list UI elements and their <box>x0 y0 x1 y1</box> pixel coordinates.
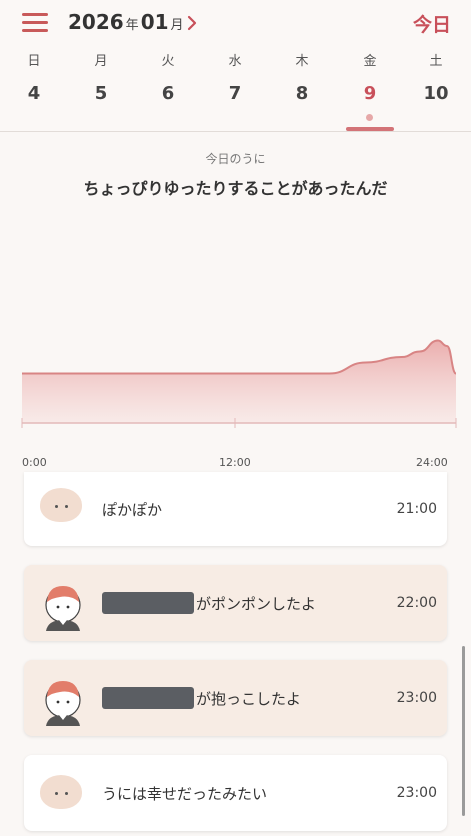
uni-avatar-icon <box>40 775 82 809</box>
day-sat[interactable]: 土 10 <box>416 52 456 110</box>
timeline-text: うには幸せだったみたい <box>102 784 268 803</box>
day-number: 5 <box>94 83 108 104</box>
day-of-week: 金 <box>363 54 377 69</box>
mood-subtitle: 今日のうに <box>205 152 266 166</box>
timeline-card[interactable]: が抱っこしたよ 23:00 <box>24 660 447 736</box>
chevron-right-icon[interactable] <box>186 12 198 34</box>
day-number: 8 <box>295 83 309 104</box>
timeline-card[interactable]: ぽかぽか 21:00 <box>24 472 447 546</box>
uni-avatar-icon <box>40 488 82 522</box>
x-tick-label: 12:00 <box>219 456 251 469</box>
timeline-text: がポンポンしたよ <box>102 565 316 641</box>
timeline-text: が抱っこしたよ <box>102 660 301 736</box>
redacted-name <box>102 592 194 614</box>
day-number: 4 <box>27 83 41 104</box>
timeline-time: 23:00 <box>396 785 437 801</box>
day-of-week: 木 <box>295 54 309 69</box>
x-tick-label: 0:00 <box>22 456 47 469</box>
mood-area-chart <box>21 339 457 428</box>
day-of-week: 日 <box>27 54 41 69</box>
day-fri[interactable]: 金 9 <box>350 52 390 110</box>
timeline-card[interactable]: うには幸せだったみたい 23:00 <box>24 755 447 831</box>
day-wed[interactable]: 水 7 <box>215 52 255 110</box>
day-sun[interactable]: 日 4 <box>14 52 54 110</box>
person-avatar-icon <box>45 681 81 726</box>
selected-day-indicator <box>346 127 394 131</box>
timeline-time: 21:00 <box>396 501 437 517</box>
today-button[interactable]: 今日 <box>413 10 451 37</box>
day-number: 6 <box>161 83 175 104</box>
scrollbar[interactable] <box>462 646 465 816</box>
menu-icon[interactable] <box>22 12 48 32</box>
day-number: 9 <box>363 83 377 104</box>
x-tick-label: 24:00 <box>416 456 448 469</box>
day-of-week: 土 <box>429 54 443 69</box>
day-mon[interactable]: 月 5 <box>81 52 121 110</box>
timeline-card[interactable]: がポンポンしたよ 22:00 <box>24 565 447 641</box>
person-avatar-icon <box>45 586 81 631</box>
week-strip: 日 4 月 5 火 6 水 7 木 8 金 9 土 10 <box>0 52 471 132</box>
month-label[interactable]: 2026 年 01 月 <box>68 10 186 36</box>
day-thu[interactable]: 木 8 <box>282 52 322 110</box>
day-of-week: 月 <box>94 54 108 69</box>
day-number: 10 <box>423 83 449 104</box>
header-bar: 2026年01月 今日 日 4 月 5 火 6 水 7 木 8 金 9 土 <box>0 0 471 132</box>
day-tue[interactable]: 火 6 <box>148 52 188 110</box>
timeline-time: 23:00 <box>396 690 437 706</box>
day-number: 7 <box>228 83 242 104</box>
mood-title: ちょっぴりゆったりすることがあったんだ <box>83 179 388 198</box>
day-of-week: 火 <box>161 54 175 69</box>
redacted-name <box>102 687 194 709</box>
mood-area <box>22 340 456 423</box>
selected-day-dot <box>366 114 373 121</box>
timeline-text: ぽかぽか <box>102 500 163 519</box>
timeline-time: 22:00 <box>396 595 437 611</box>
day-of-week: 水 <box>228 54 242 69</box>
